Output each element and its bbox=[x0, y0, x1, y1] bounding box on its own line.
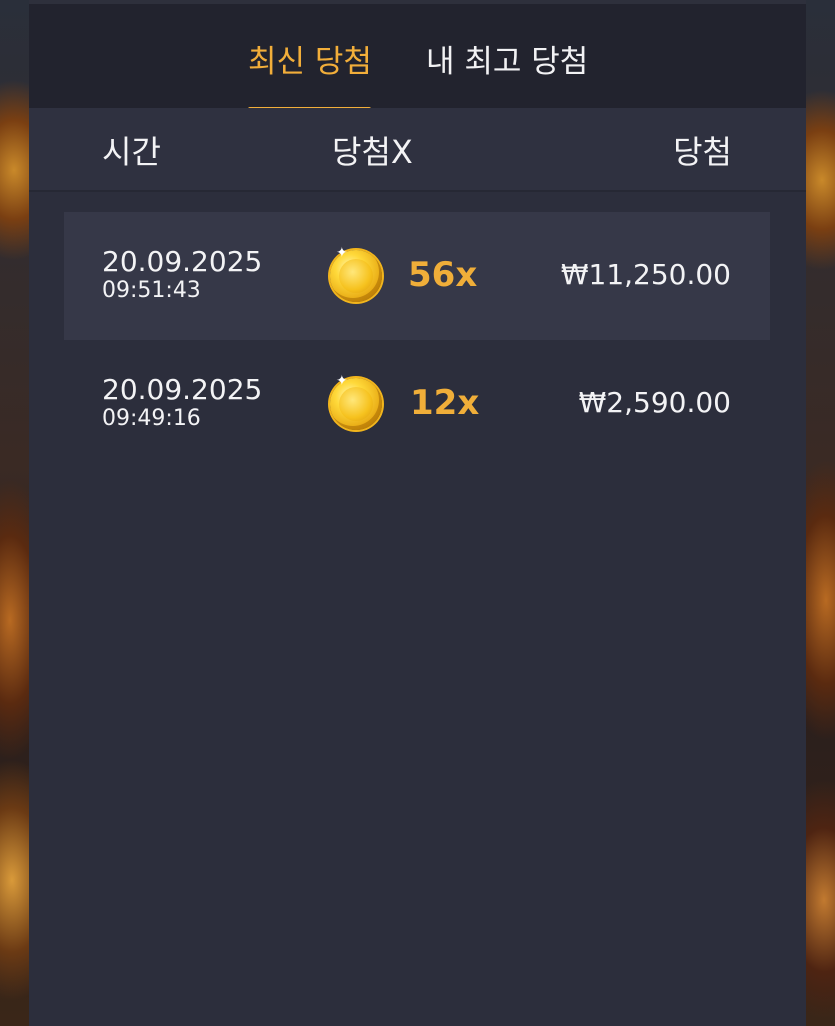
column-header-multiplier: 당첨X bbox=[332, 133, 413, 171]
tab-bar: 최신 당첨 내 최고 당첨 bbox=[29, 0, 806, 113]
row-time: 09:49:16 bbox=[102, 406, 201, 431]
row-multiplier: 56x bbox=[408, 255, 478, 295]
table-row: 20.09.2025 09:49:16 ✦ 12x ₩2,590.00 bbox=[64, 340, 770, 468]
tab-latest-wins[interactable]: 최신 당첨 bbox=[248, 40, 372, 84]
row-amount: ₩11,250.00 bbox=[560, 258, 731, 291]
row-amount: ₩2,590.00 bbox=[578, 386, 731, 419]
row-time: 09:51:43 bbox=[102, 278, 201, 303]
row-date: 20.09.2025 bbox=[102, 373, 263, 406]
column-header-win: 당첨 bbox=[673, 133, 732, 171]
column-header-time: 시간 bbox=[102, 133, 161, 171]
row-multiplier: 12x bbox=[410, 383, 480, 423]
winners-panel: 최신 당첨 내 최고 당첨 시간 당첨X 당첨 20.09.2025 09:51… bbox=[29, 0, 806, 1026]
gold-coin-icon: ✦ bbox=[330, 374, 382, 430]
table-header: 시간 당첨X 당첨 bbox=[29, 108, 806, 192]
gold-coin-icon: ✦ bbox=[330, 246, 382, 302]
row-date: 20.09.2025 bbox=[102, 245, 263, 278]
tab-my-best-wins[interactable]: 내 최고 당첨 bbox=[426, 40, 588, 84]
table-row: 20.09.2025 09:51:43 ✦ 56x ₩11,250.00 bbox=[64, 212, 770, 340]
